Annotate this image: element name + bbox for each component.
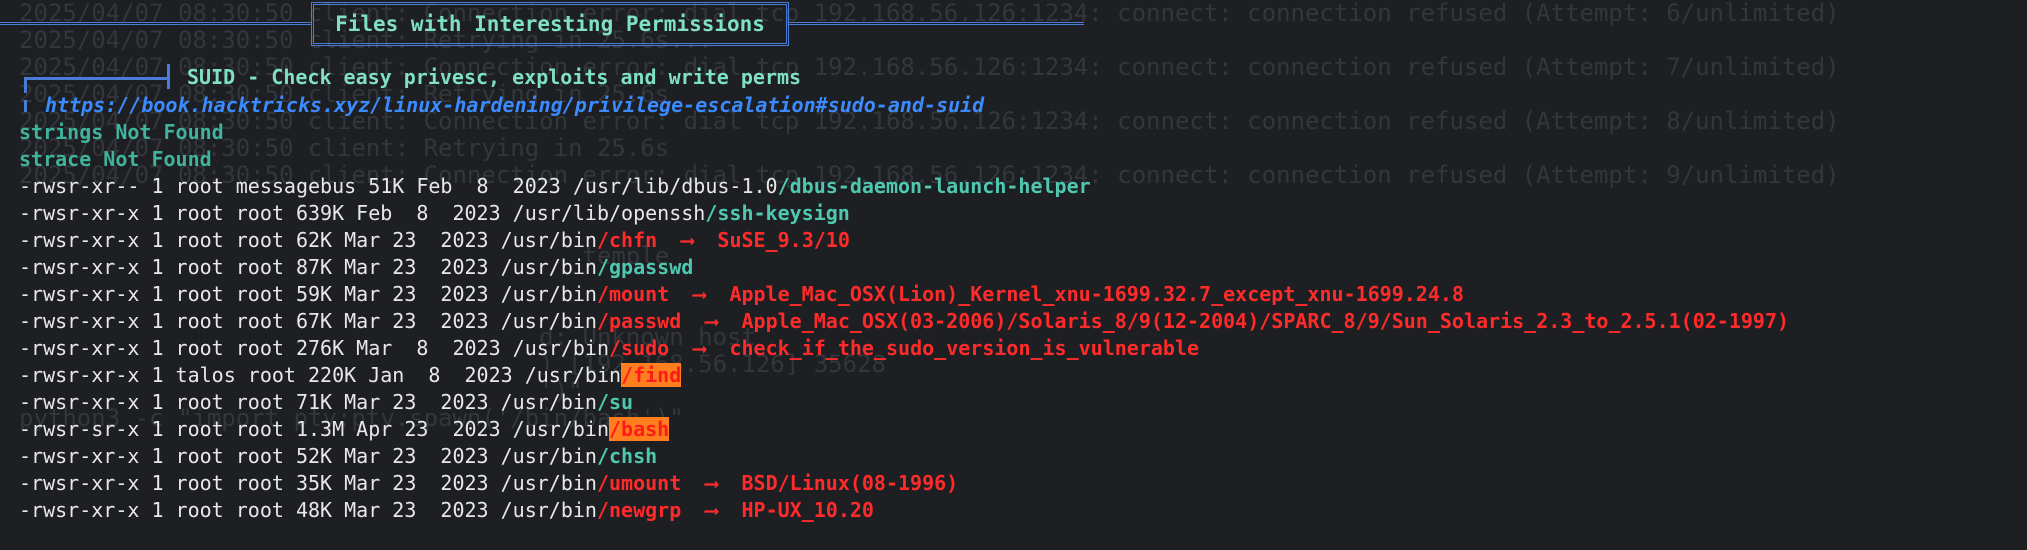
subsection-bracket-v — [24, 77, 27, 93]
strings-not-found: strings Not Found — [19, 120, 224, 144]
file-listing: -rwsr-xr-x 1 talos root 220K Jan 8 2023 … — [19, 363, 622, 387]
file-listing: -rwsr-xr-- 1 root messagebus 51K Feb 8 2… — [19, 174, 778, 198]
arrow-icon: ⟶ — [669, 336, 730, 360]
binary-name: /newgrp — [596, 498, 682, 522]
file-listing: -rwsr-xr-x 1 root root 71K Mar 23 2023 /… — [19, 390, 597, 414]
exploit-hint: HP-UX_10.20 — [741, 498, 874, 522]
header-rule-left — [0, 22, 311, 25]
arrow-icon: ⟶ — [657, 228, 718, 252]
header-rule-right — [789, 22, 1084, 25]
link-bracket — [24, 100, 27, 112]
section-title: Files with Interesting Permissions — [311, 2, 789, 46]
binary-name: /mount — [596, 282, 670, 306]
suid-file-row[interactable]: -rwsr-xr-x 1 root root 71K Mar 23 2023 /… — [19, 389, 633, 416]
binary-name: /chfn — [596, 228, 658, 252]
file-listing: -rwsr-xr-x 1 root root 62K Mar 23 2023 /… — [19, 228, 597, 252]
binary-name: /gpasswd — [596, 255, 694, 279]
subsection-bracket-h — [24, 77, 167, 80]
exploit-hint: Apple_Mac_OSX(Lion)_Kernel_xnu-1699.32.7… — [729, 282, 1464, 306]
file-listing: -rwsr-xr-x 1 root root 48K Mar 23 2023 /… — [19, 498, 597, 522]
binary-name: /ssh-keysign — [705, 201, 850, 225]
subsection-bracket — [167, 64, 170, 89]
suid-file-row[interactable]: -rwsr-xr-x 1 root root 62K Mar 23 2023 /… — [19, 227, 850, 254]
file-listing: -rwsr-xr-x 1 root root 35K Mar 23 2023 /… — [19, 471, 597, 495]
suid-file-row[interactable]: -rwsr-xr-x 1 root root 35K Mar 23 2023 /… — [19, 470, 958, 497]
exploit-hint: check_if_the_sudo_version_is_vulnerable — [729, 336, 1200, 360]
suid-file-row[interactable]: -rwsr-xr-x 1 root root 67K Mar 23 2023 /… — [19, 308, 1789, 335]
binary-name: /umount — [596, 471, 682, 495]
reference-link[interactable]: https://book.hacktricks.xyz/linux-harden… — [45, 92, 984, 119]
subsection-title: SUID - Check easy privesc, exploits and … — [187, 65, 802, 89]
exploit-hint: SuSE_9.3/10 — [717, 228, 850, 252]
binary-name: /bash — [609, 417, 670, 441]
arrow-icon: ⟶ — [681, 309, 742, 333]
arrow-icon: ⟶ — [669, 282, 730, 306]
file-listing: -rwsr-xr-x 1 root root 52K Mar 23 2023 /… — [19, 444, 597, 468]
suid-file-row[interactable]: -rwsr-xr-x 1 root root 276K Mar 8 2023 /… — [19, 335, 1199, 362]
file-listing: -rwsr-xr-x 1 root root 67K Mar 23 2023 /… — [19, 309, 597, 333]
binary-name: /su — [596, 390, 634, 414]
binary-name: /passwd — [596, 309, 682, 333]
file-listing: -rwsr-xr-x 1 root root 59K Mar 23 2023 /… — [19, 282, 597, 306]
binary-name: /sudo — [609, 336, 670, 360]
terminal-output[interactable]: Files with Interesting Permissions SUID … — [0, 0, 2027, 550]
binary-name: /chsh — [596, 444, 658, 468]
suid-file-row[interactable]: -rwsr-xr-x 1 root root 59K Mar 23 2023 /… — [19, 281, 1464, 308]
strace-not-found: strace Not Found — [19, 147, 212, 171]
arrow-icon: ⟶ — [681, 498, 742, 522]
file-listing: -rwsr-sr-x 1 root root 1.3M Apr 23 2023 … — [19, 417, 610, 441]
file-listing: -rwsr-xr-x 1 root root 87K Mar 23 2023 /… — [19, 255, 597, 279]
suid-file-row[interactable]: -rwsr-xr-x 1 root root 87K Mar 23 2023 /… — [19, 254, 693, 281]
suid-file-row[interactable]: -rwsr-xr-x 1 talos root 220K Jan 8 2023 … — [19, 362, 682, 389]
suid-file-row[interactable]: -rwsr-xr-x 1 root root 52K Mar 23 2023 /… — [19, 443, 657, 470]
suid-file-row[interactable]: -rwsr-xr-x 1 root root 48K Mar 23 2023 /… — [19, 497, 874, 524]
binary-name: /find — [621, 363, 682, 387]
suid-file-row[interactable]: -rwsr-xr-x 1 root root 639K Feb 8 2023 /… — [19, 200, 850, 227]
suid-file-row[interactable]: -rwsr-sr-x 1 root root 1.3M Apr 23 2023 … — [19, 416, 670, 443]
binary-name: /dbus-daemon-launch-helper — [777, 174, 1091, 198]
suid-file-row[interactable]: -rwsr-xr-- 1 root messagebus 51K Feb 8 2… — [19, 173, 1091, 200]
exploit-hint: BSD/Linux(08-1996) — [741, 471, 959, 495]
file-listing: -rwsr-xr-x 1 root root 276K Mar 8 2023 /… — [19, 336, 610, 360]
section-title-text: Files with Interesting Permissions — [335, 12, 765, 36]
exploit-hint: Apple_Mac_OSX(03-2006)/Solaris_8/9(12-20… — [741, 309, 1790, 333]
file-listing: -rwsr-xr-x 1 root root 639K Feb 8 2023 /… — [19, 201, 706, 225]
arrow-icon: ⟶ — [681, 471, 742, 495]
